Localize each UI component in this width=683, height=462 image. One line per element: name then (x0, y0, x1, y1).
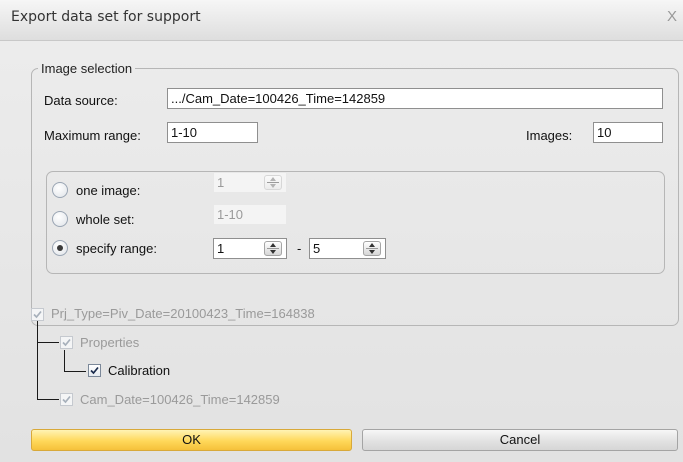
whole-set-field[interactable]: 1-10 (213, 204, 287, 225)
one-image-label: one image: (76, 183, 141, 198)
tree-connector-properties-child (64, 350, 65, 371)
camera-node-label: Cam_Date=100426_Time=142859 (80, 392, 280, 407)
whole-set-label: whole set: (76, 212, 135, 227)
cancel-button[interactable]: Cancel (362, 429, 678, 451)
max-range-field[interactable]: 1-10 (167, 122, 258, 143)
range-separator: - (297, 241, 302, 256)
tree-connector-properties (37, 342, 59, 343)
one-image-radio[interactable] (52, 182, 68, 198)
ok-button[interactable]: OK (31, 429, 352, 451)
dialog-title: Export data set for support (11, 9, 201, 25)
tree-connector-camera (37, 399, 59, 400)
images-count-field[interactable]: 10 (593, 122, 663, 143)
data-source-label: Data source: (44, 93, 118, 108)
specify-range-radio[interactable] (52, 240, 68, 256)
title-bar[interactable]: Export data set for support X (0, 0, 683, 41)
properties-node-label: Properties (80, 335, 140, 350)
close-icon[interactable]: X (667, 8, 677, 25)
export-dialog: Export data set for support X Image sele… (0, 0, 683, 462)
project-checkbox[interactable] (31, 308, 44, 321)
max-range-label: Maximum range: (44, 128, 141, 143)
images-label: Images: (526, 128, 573, 143)
calibration-checkbox[interactable] (88, 364, 101, 377)
data-source-field[interactable]: .../Cam_Date=100426_Time=142859 (167, 88, 663, 109)
specify-range-label: specify range: (76, 241, 157, 256)
calibration-node-label: Calibration (108, 363, 171, 378)
tree-connector-root (37, 321, 38, 399)
properties-checkbox[interactable] (60, 336, 73, 349)
range-from-spinner[interactable] (264, 241, 282, 256)
image-selection-legend: Image selection (41, 61, 133, 76)
project-node-label: Prj_Type=Piv_Date=20100423_Time=164838 (51, 306, 315, 321)
whole-set-radio[interactable] (52, 211, 68, 227)
range-to-spinner[interactable] (363, 241, 381, 256)
camera-checkbox[interactable] (60, 393, 73, 406)
tree-connector-calibration (64, 371, 86, 372)
one-image-spinner[interactable] (264, 175, 282, 190)
